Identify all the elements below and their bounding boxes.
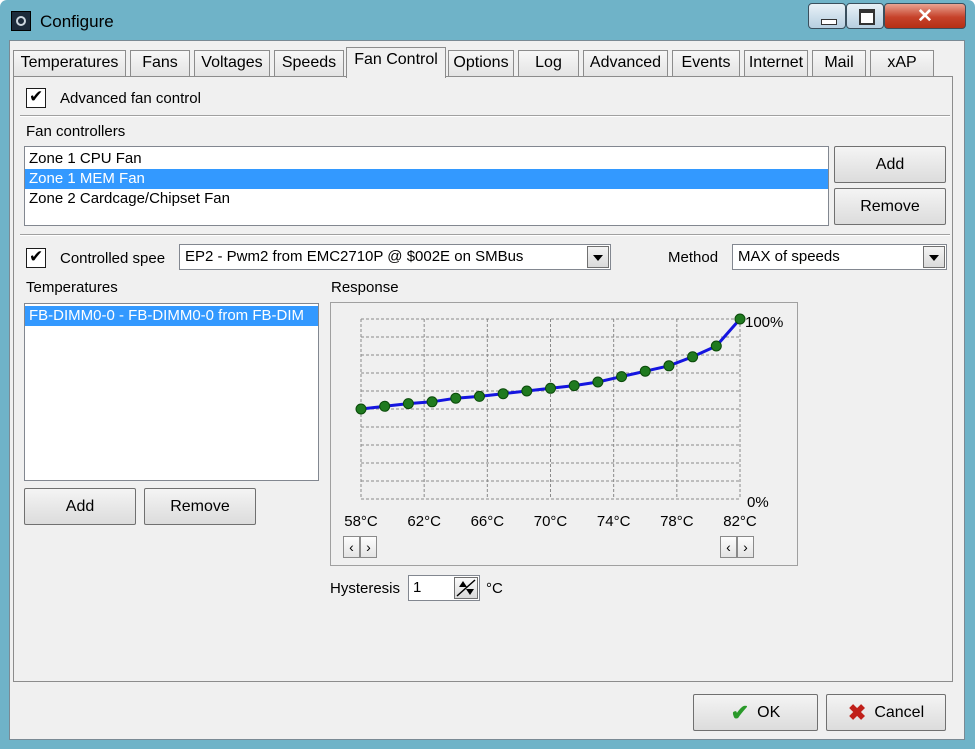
separator xyxy=(20,115,950,117)
response-graph-panel: 100% 0% 58°C 62°C 66°C 70°C 74°C 78°C 82°C ‹ ›… xyxy=(330,302,798,566)
method-label: Method xyxy=(668,249,719,266)
controlled-speed-label: Controlled spee xyxy=(60,250,166,267)
tab-internet[interactable]: Internet xyxy=(744,50,808,77)
x-tick-label: 70°C xyxy=(534,513,568,530)
scroll-left-button-end[interactable]: ‹ xyxy=(720,536,737,558)
app-icon xyxy=(11,11,31,31)
remove-controller-button[interactable]: Remove xyxy=(834,188,946,225)
hysteresis-label: Hysteresis xyxy=(330,580,401,597)
response-point[interactable] xyxy=(473,390,485,402)
x-tick-label: 82°C xyxy=(723,513,757,530)
ok-button[interactable]: ✔ OK xyxy=(693,694,818,731)
response-point[interactable] xyxy=(663,360,675,372)
tab-options[interactable]: Options xyxy=(448,50,514,77)
tab-voltages[interactable]: Voltages xyxy=(194,50,270,77)
y-min-label: 0% xyxy=(747,494,769,511)
response-point[interactable] xyxy=(710,340,722,352)
tab-fans[interactable]: Fans xyxy=(130,50,190,77)
response-point[interactable] xyxy=(497,388,509,400)
response-point[interactable] xyxy=(616,371,628,383)
response-chart[interactable]: 100% 0% 58°C 62°C 66°C 70°C 74°C 78°C 82°C xyxy=(331,303,797,565)
window-title: Configure xyxy=(40,12,114,31)
controlled-speed-value: EP2 - Pwm2 from EMC2710P @ $002E on SMBu… xyxy=(185,248,524,265)
x-tick-label: 78°C xyxy=(660,513,694,530)
temperatures-list[interactable]: FB-DIMM0-0 - FB-DIMM0-0 from FB-DIM xyxy=(24,303,319,481)
x-tick-labels: 58°C 62°C 66°C 70°C 74°C 78°C 82°C xyxy=(344,513,757,530)
controlled-speed-checkbox[interactable] xyxy=(26,247,46,268)
response-point[interactable] xyxy=(592,376,604,388)
list-item[interactable]: Zone 2 Cardcage/Chipset Fan xyxy=(25,189,828,209)
tab-advanced[interactable]: Advanced xyxy=(583,50,668,77)
response-point[interactable] xyxy=(639,365,651,377)
response-point[interactable] xyxy=(521,385,533,397)
fan-controllers-label: Fan controllers xyxy=(26,123,126,140)
spin-updown-icon[interactable] xyxy=(454,577,478,599)
scroll-left-button[interactable]: ‹ xyxy=(343,536,360,558)
x-tick-label: 62°C xyxy=(407,513,441,530)
hysteresis-unit: °C xyxy=(486,580,503,597)
response-point[interactable] xyxy=(545,382,556,394)
tab-log[interactable]: Log xyxy=(518,50,579,77)
response-point[interactable] xyxy=(379,400,391,412)
ok-label: OK xyxy=(757,704,781,721)
cancel-button[interactable]: ✖ Cancel xyxy=(826,694,946,731)
chevron-down-icon[interactable] xyxy=(923,246,945,268)
response-label: Response xyxy=(331,279,399,296)
tab-speeds[interactable]: Speeds xyxy=(274,50,344,77)
checkmark-icon: ✔ xyxy=(730,700,750,726)
minimize-button[interactable] xyxy=(808,3,846,29)
cancel-label: Cancel xyxy=(874,704,925,721)
list-item-selected[interactable]: FB-DIMM0-0 - FB-DIMM0-0 from FB-DIM xyxy=(25,306,318,326)
cancel-x-icon: ✖ xyxy=(847,700,867,726)
chevron-down-icon[interactable] xyxy=(587,246,609,268)
response-point[interactable] xyxy=(450,392,462,404)
separator xyxy=(20,234,950,236)
list-item-selected[interactable]: Zone 1 MEM Fan xyxy=(25,169,828,189)
close-icon: ✕ xyxy=(917,6,933,27)
close-button[interactable]: ✕ xyxy=(884,3,966,29)
chart-grid xyxy=(360,318,741,500)
method-select[interactable]: MAX of speeds xyxy=(732,244,947,270)
tab-mail[interactable]: Mail xyxy=(812,50,866,77)
controlled-speed-select[interactable]: EP2 - Pwm2 from EMC2710P @ $002E on SMBu… xyxy=(179,244,611,270)
response-point[interactable] xyxy=(734,313,746,325)
tab-fan-control[interactable]: Fan Control xyxy=(346,47,446,78)
remove-temperature-button[interactable]: Remove xyxy=(144,488,256,525)
response-point[interactable] xyxy=(687,351,699,363)
x-tick-label: 74°C xyxy=(597,513,631,530)
list-item[interactable]: Zone 1 CPU Fan xyxy=(25,149,828,169)
title-bar[interactable]: Configure ✕ xyxy=(0,0,975,40)
fan-controllers-list[interactable]: Zone 1 CPU Fan Zone 1 MEM Fan Zone 2 Car… xyxy=(24,146,829,226)
temperatures-label: Temperatures xyxy=(26,279,118,296)
response-point[interactable] xyxy=(426,396,438,408)
add-controller-button[interactable]: Add xyxy=(834,146,946,183)
response-point[interactable] xyxy=(568,380,580,392)
advanced-fan-control-label: Advanced fan control xyxy=(60,90,201,107)
maximize-button[interactable] xyxy=(846,3,884,29)
hysteresis-value[interactable]: 1 xyxy=(413,579,421,596)
add-temperature-button[interactable]: Add xyxy=(24,488,136,525)
scroll-right-button-end[interactable]: › xyxy=(737,536,754,558)
tab-temperatures[interactable]: Temperatures xyxy=(13,50,126,77)
advanced-fan-control-checkbox[interactable] xyxy=(26,87,46,108)
configure-window: Configure ✕ Temperatures Fans Voltages S… xyxy=(0,0,975,749)
tab-xap[interactable]: xAP xyxy=(870,50,934,77)
x-tick-label: 66°C xyxy=(471,513,505,530)
hysteresis-spinner[interactable]: 1 xyxy=(408,575,480,601)
x-tick-label: 58°C xyxy=(344,513,378,530)
response-point[interactable] xyxy=(355,403,367,415)
method-value: MAX of speeds xyxy=(738,248,840,265)
scroll-right-button[interactable]: › xyxy=(360,536,377,558)
response-point[interactable] xyxy=(402,398,414,410)
y-max-label: 100% xyxy=(745,314,783,331)
tab-events[interactable]: Events xyxy=(672,50,740,77)
